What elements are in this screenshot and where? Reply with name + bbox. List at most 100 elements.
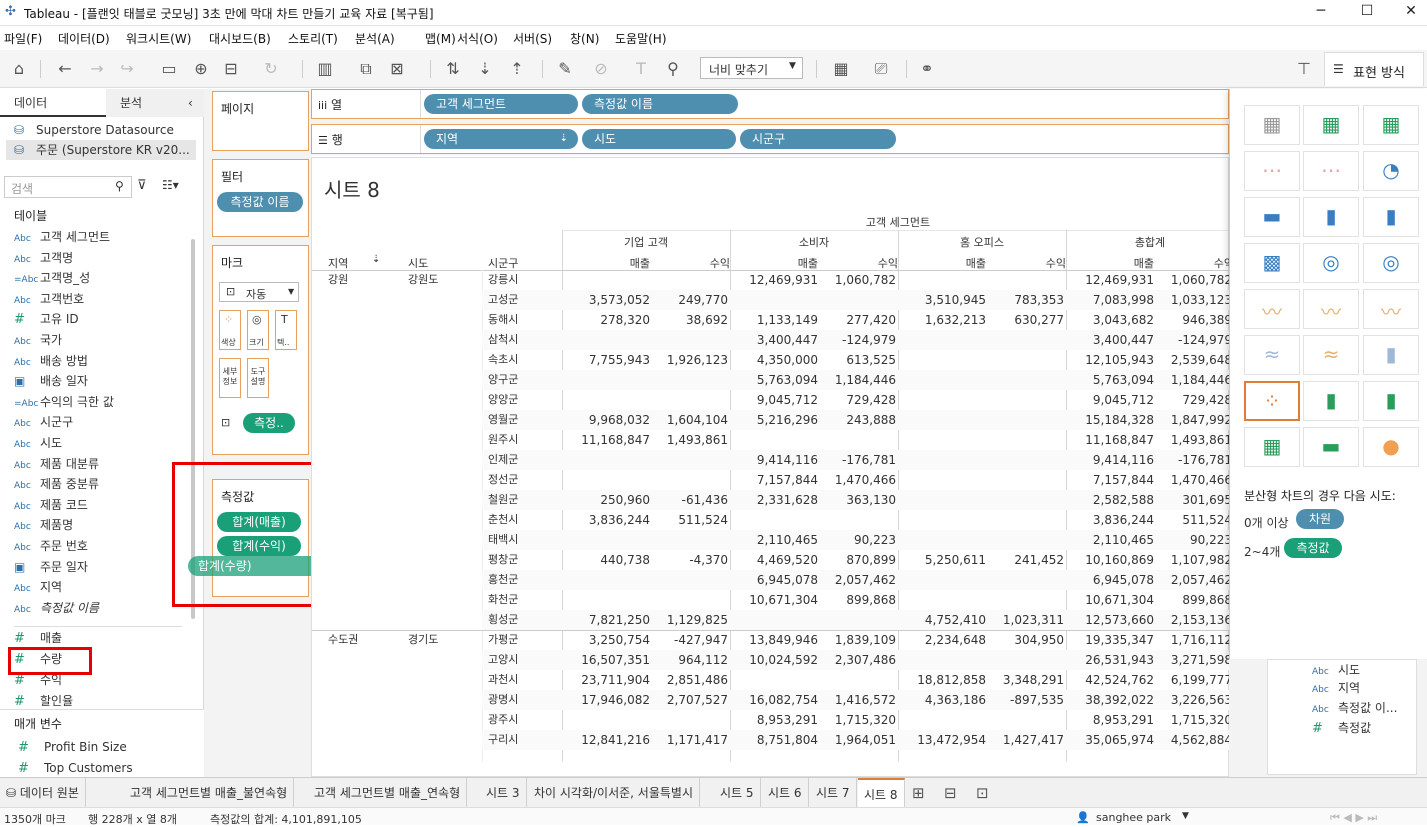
fit-dropdown[interactable]: 너비 맞추기 ▼	[700, 57, 803, 79]
chevron-down-icon[interactable]: ▼	[1182, 811, 1189, 821]
column-pill-measure-names[interactable]: 측정값 이름	[582, 94, 738, 114]
view-options-icon[interactable]: ☷▾	[162, 178, 179, 192]
pause-updates-icon[interactable]: ⊟	[220, 58, 242, 80]
right-field-measure-values[interactable]: # 측정값	[1312, 718, 1412, 738]
menu-item[interactable]: 분석(A)	[355, 30, 395, 47]
showme-chart-thumb[interactable]: ▦	[1363, 105, 1419, 145]
minimize-icon[interactable]: ─	[1306, 3, 1336, 19]
showme-chart-thumb[interactable]: ⋯	[1303, 151, 1359, 191]
marks-card[interactable]: 마크 ⊡ 자동 ▼ ⁘ 색상 ◎ 크기 T 텍.. 세부 정보 도구 설명 ⊡ …	[212, 245, 309, 455]
field-item[interactable]: Abc 고객 세그먼트	[14, 227, 189, 247]
tab-datasource[interactable]: ⛁ 데이터 원본	[0, 778, 86, 808]
sheet-tab[interactable]: 시트 3	[480, 778, 527, 808]
param-item[interactable]: # Profit Bin Size	[18, 737, 193, 757]
new-story-icon[interactable]: ⊡	[976, 784, 989, 802]
menu-item[interactable]: 대시보드(B)	[209, 30, 271, 47]
row-pill-city[interactable]: 시군구	[740, 129, 896, 149]
replay-icon[interactable]: ↪	[116, 58, 138, 80]
color-button[interactable]: ⁘ 색상	[219, 310, 241, 350]
menu-item[interactable]: 서식(O)	[457, 30, 498, 47]
menu-item[interactable]: 서버(S)	[513, 30, 552, 47]
measure-item[interactable]: # 할인율	[14, 691, 189, 711]
showme-chart-thumb[interactable]: 〰	[1244, 289, 1300, 329]
field-item[interactable]: Abc 제품 코드	[14, 495, 189, 515]
field-item[interactable]: =Abc 수익의 극한 값	[14, 392, 189, 412]
showme-chart-thumb[interactable]: ▮	[1363, 381, 1419, 421]
show-cards-icon[interactable]: ▦	[830, 58, 852, 80]
showme-chart-thumb[interactable]: ◎	[1363, 243, 1419, 283]
field-item[interactable]: Abc 제품 대분류	[14, 454, 189, 474]
showme-chart-thumb[interactable]: ▬	[1244, 197, 1300, 237]
showme-chart-thumb[interactable]: ▩	[1244, 243, 1300, 283]
field-item[interactable]: Abc 주문 번호	[14, 536, 189, 556]
pin-panel-icon[interactable]: ⊤	[1293, 58, 1315, 80]
duplicate-sheet-icon[interactable]: ⧉	[355, 58, 377, 80]
showme-chart-thumb[interactable]: ◔	[1363, 151, 1419, 191]
field-item[interactable]: Abc 국가	[14, 330, 189, 350]
showme-chart-thumb[interactable]: 〰	[1363, 289, 1419, 329]
menu-item[interactable]: 맵(M)	[425, 30, 456, 47]
redo-icon[interactable]: →	[86, 58, 108, 80]
field-item[interactable]: Abc 고객명	[14, 248, 189, 268]
menu-item[interactable]: 도움말(H)	[615, 30, 667, 47]
menu-item[interactable]: 파일(F)	[4, 30, 42, 47]
maximize-icon[interactable]: ☐	[1352, 3, 1382, 19]
showme-chart-thumb[interactable]: ⋯	[1244, 151, 1300, 191]
showme-chart-thumb[interactable]: ▦	[1244, 105, 1300, 145]
refresh-icon[interactable]: ↻	[260, 58, 282, 80]
columns-shelf[interactable]: iii 열 고객 세그먼트 측정값 이름	[311, 89, 1229, 119]
mark-type-dropdown[interactable]: ⊡ 자동 ▼	[219, 282, 299, 302]
tab-data[interactable]: 데이터	[0, 89, 106, 117]
text-measure-pill[interactable]: 측정..	[243, 413, 295, 433]
field-item[interactable]: # 고유 ID	[14, 309, 189, 329]
labels-icon[interactable]: T	[630, 58, 652, 80]
showme-chart-thumb[interactable]: ◎	[1303, 243, 1359, 283]
row-pill-region[interactable]: 지역 ⇣	[424, 129, 578, 149]
showme-chart-thumb[interactable]: ▬	[1303, 427, 1359, 467]
new-worksheet-icon[interactable]: ⊞	[912, 784, 925, 802]
presentation-icon[interactable]: ⎚	[870, 58, 892, 80]
showme-chart-thumb[interactable]: ≈	[1244, 335, 1300, 375]
rows-shelf[interactable]: ☰ 행 지역 ⇣ 시도 시군구	[311, 124, 1229, 154]
field-item[interactable]: ▣ 배송 일자	[14, 371, 189, 391]
field-item[interactable]: Abc 제품 중분류	[14, 474, 189, 494]
showme-chart-thumb[interactable]: ▮	[1363, 335, 1419, 375]
datasource-item[interactable]: ⛁ Superstore Datasource	[14, 120, 189, 140]
filters-card[interactable]: 필터 측정값 이름	[212, 159, 309, 237]
pages-card[interactable]: 페이지	[212, 91, 309, 151]
tab-analysis[interactable]: 분석 ‹	[106, 89, 204, 117]
field-item[interactable]: Abc 배송 방법	[14, 351, 189, 371]
sheet-tab[interactable]: 고객 세그먼트별 매출_연속형	[308, 778, 468, 808]
text-button[interactable]: T 텍..	[275, 310, 297, 350]
showme-chart-thumb[interactable]: ▮	[1363, 197, 1419, 237]
field-item[interactable]: Abc 고객번호	[14, 289, 189, 309]
datasource-item-selected[interactable]: ⛁ 주문 (Superstore KR v20...	[6, 140, 196, 160]
column-pill-segment[interactable]: 고객 세그먼트	[424, 94, 578, 114]
tooltip-button[interactable]: 도구 설명	[247, 358, 269, 398]
menu-item[interactable]: 워크시트(W)	[126, 30, 191, 47]
close-icon[interactable]: ✕	[1396, 3, 1426, 19]
showme-chart-thumb[interactable]: ≈	[1303, 335, 1359, 375]
sheet-tab[interactable]: 시트 7	[810, 778, 857, 808]
sort-asc-icon[interactable]: ⇣	[474, 58, 496, 80]
new-dashboard-icon[interactable]: ⊟	[944, 784, 957, 802]
detail-button[interactable]: 세부 정보	[219, 358, 241, 398]
sheet-tab[interactable]: 시트 6	[762, 778, 809, 808]
measure-item[interactable]: # 매출	[14, 628, 189, 648]
pin-icon[interactable]: ⚲	[662, 58, 684, 80]
undo-icon[interactable]: ←	[54, 58, 76, 80]
menu-item[interactable]: 스토리(T)	[288, 30, 338, 47]
new-worksheet-icon[interactable]: ▥	[314, 58, 336, 80]
clear-sheet-icon[interactable]: ⊠	[386, 58, 408, 80]
field-item[interactable]: Abc 지역	[14, 577, 189, 597]
home-icon[interactable]: ⌂	[8, 58, 30, 80]
row-pill-sido[interactable]: 시도	[582, 129, 736, 149]
share-icon[interactable]: ⚭	[916, 58, 938, 80]
param-item[interactable]: # Top Customers	[18, 758, 193, 778]
search-input[interactable]: 검색 ⚲	[4, 176, 132, 198]
size-button[interactable]: ◎ 크기	[247, 310, 269, 350]
field-item[interactable]: Abc 측정값 이름	[14, 598, 189, 618]
menu-item[interactable]: 창(N)	[570, 30, 599, 47]
showme-chart-thumb[interactable]: ⁘	[1244, 381, 1300, 421]
menu-item[interactable]: 데이터(D)	[58, 30, 110, 47]
